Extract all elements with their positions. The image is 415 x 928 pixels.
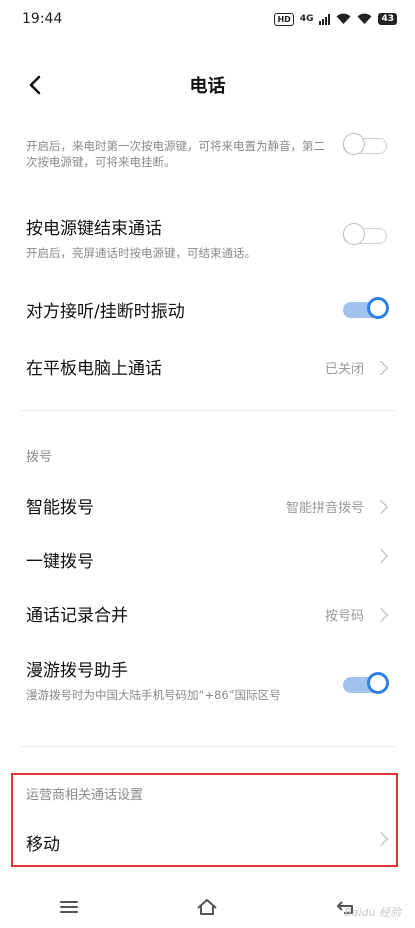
setting-desc: 开启后，亮屏通话时按电源键，可结束通话。 [26,246,256,260]
app-header: 电话 [0,60,415,110]
one-key-dial-arrow [373,548,389,564]
menu-icon [60,900,79,913]
status-time: 19:44 [22,11,63,27]
divider [20,410,395,411]
setting-row-roaming-assistant[interactable]: 漫游拨号助手 漫游拨号时为中国大陆手机号码加“+86”国际区号 [26,656,389,703]
chevron-right-icon [373,607,389,622]
home-nav-button[interactable] [187,892,227,922]
power-key-mute-toggle[interactable] [343,133,389,157]
menu-nav-button[interactable] [49,892,89,922]
setting-row-vibrate[interactable]: 对方接听/挂断时振动 [26,297,389,322]
setting-row-power-key-mute[interactable]: 开启后，来电时第一次按电源键，可将来电置为静音，第二次按电源键，可将来电挂断。 [26,138,389,170]
smart-dial-value: 智能拼音拨号 [286,497,389,516]
setting-row-one-key-dial[interactable]: 一键拨号 [26,547,389,572]
home-icon [197,898,218,915]
annotation-highlight-box [11,773,398,867]
chevron-right-icon [373,360,389,375]
setting-value: 已关闭 [324,362,364,377]
setting-value: 按号码 [324,609,364,624]
setting-desc: 漫游拨号时为中国大陆手机号码加“+86”国际区号 [26,688,281,702]
chevron-right-icon [373,499,389,514]
cell-signal-icon [319,13,331,25]
wifi-icon [336,13,351,24]
status-bar: 19:44 HD 4G 43 [0,0,415,38]
chevron-right-icon [373,548,389,564]
vibrate-toggle[interactable] [343,297,389,321]
battery-icon: 43 [378,13,397,25]
network-type: 4G [299,14,314,24]
tablet-call-value: 已关闭 [325,358,389,377]
setting-label: 按电源键结束通话 [26,219,162,239]
watermark: Baidu 经验 [344,906,401,919]
roaming-assistant-toggle[interactable] [343,672,389,696]
setting-row-power-key-end[interactable]: 按电源键结束通话 开启后，亮屏通话时按电源键，可结束通话。 [26,214,389,261]
hd-badge: HD [274,12,294,26]
setting-label: 一键拨号 [26,552,94,572]
section-title-dialing: 拨号 [26,450,53,465]
setting-desc: 开启后，来电时第一次按电源键，可将来电置为静音，第二次按电源键，可将来电挂断。 [26,139,325,169]
setting-label: 漫游拨号助手 [26,661,128,681]
chevron-left-icon [29,75,41,95]
back-button[interactable] [22,72,48,98]
divider [20,746,395,747]
setting-label: 对方接听/挂断时振动 [26,302,185,322]
page-title: 电话 [189,76,226,97]
merge-records-value: 按号码 [325,605,389,624]
setting-value: 智能拼音拨号 [285,501,364,516]
wifi-icon-secondary [357,13,372,24]
power-key-end-toggle[interactable] [343,223,389,247]
status-icons: HD 4G 43 [274,12,397,26]
